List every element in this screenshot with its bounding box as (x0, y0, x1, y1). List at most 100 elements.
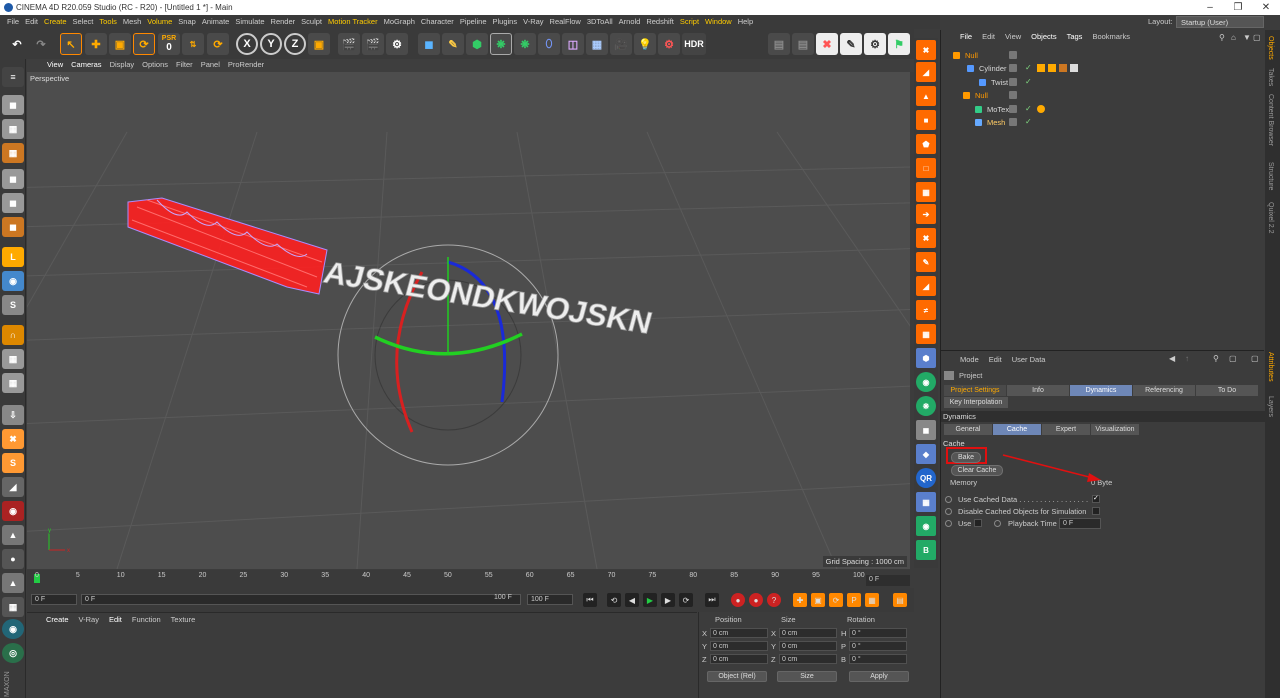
object-menu-view[interactable]: View (1000, 30, 1026, 44)
rotate-tool-icon[interactable]: ⟳ (133, 33, 155, 55)
object-menu-bookmarks[interactable]: Bookmarks (1087, 30, 1135, 44)
size-field[interactable]: 0 cm (779, 654, 837, 664)
motext-tag-icon[interactable] (1037, 104, 1045, 113)
grid-icon[interactable]: ▦ (2, 597, 24, 617)
plugin-icon[interactable]: ⚙ (864, 33, 886, 55)
sphere-icon[interactable]: ● (2, 549, 24, 569)
object-name[interactable]: Cylinder (979, 64, 1007, 73)
arrow-right-icon[interactable]: ➔ (916, 204, 936, 224)
square-outline-icon[interactable]: □ (916, 158, 936, 178)
side-tab-attributes[interactable]: Attributes (1267, 352, 1274, 382)
hexagon-icon[interactable]: ⬢ (916, 348, 936, 368)
tab-dynamics[interactable]: Dynamics (1070, 385, 1132, 396)
prev-key-icon[interactable]: ⟲ (607, 593, 621, 607)
magnet-icon[interactable]: ∩ (2, 325, 24, 345)
side-tab-structure[interactable]: Structure (1267, 162, 1274, 190)
pen-icon[interactable]: ✎ (442, 33, 464, 55)
lock-workplane-icon[interactable]: ▦ (2, 349, 24, 369)
go-to-start-icon[interactable]: ⏮ (583, 593, 597, 607)
filter-icon[interactable]: ▼ (1243, 33, 1251, 42)
disable-cached-radio[interactable] (945, 508, 952, 515)
key-move-icon[interactable]: ✚ (793, 593, 807, 607)
max-frame-field[interactable]: 100 F (527, 594, 573, 605)
scale-tool-icon[interactable]: ▣ (109, 33, 131, 55)
diamond-icon[interactable]: ◆ (916, 444, 936, 464)
up-arrow-icon[interactable]: ↑ (1185, 354, 1189, 363)
hdr-button[interactable]: HDR (682, 33, 706, 55)
key-param-icon[interactable]: P (847, 593, 861, 607)
menu-edit[interactable]: Edit (22, 15, 41, 29)
timeline-window-icon[interactable]: ▤ (893, 593, 907, 607)
layer-checkbox[interactable] (1009, 77, 1017, 86)
menu-plugins[interactable]: Plugins (490, 15, 521, 29)
keyframe-help-icon[interactable]: ? (767, 593, 781, 607)
menu-volume[interactable]: Volume (144, 15, 175, 29)
rotation-field[interactable]: 0 ° (849, 654, 907, 664)
redo-icon[interactable]: ↷ (30, 33, 52, 55)
planar-icon[interactable]: ▦ (2, 373, 24, 393)
object-menu-edit[interactable]: Edit (977, 30, 1000, 44)
side-tab-takes[interactable]: Takes (1267, 68, 1274, 86)
layer-checkbox[interactable] (1009, 64, 1017, 73)
download-icon[interactable]: ⇩ (2, 405, 24, 425)
workplane-icon[interactable]: ▤ (768, 33, 790, 55)
menu-motion-tracker[interactable]: Motion Tracker (325, 15, 381, 29)
use-checkbox[interactable] (974, 519, 982, 527)
coords-toggle-icon[interactable]: ⇅ (182, 33, 204, 55)
attr-search-icon[interactable]: ⚲ (1213, 354, 1219, 363)
menu-character[interactable]: Character (418, 15, 457, 29)
position-field[interactable]: 0 cm (710, 641, 768, 651)
arrow-x-icon[interactable]: ✖ (916, 228, 936, 248)
b-icon[interactable]: B (916, 540, 936, 560)
sculpt-icon[interactable]: ◢ (2, 477, 24, 497)
tab-expert[interactable]: Expert (1042, 424, 1090, 435)
menu-3dtoall[interactable]: 3DToAll (584, 15, 616, 29)
object-row[interactable]: Null (941, 89, 1265, 102)
script-icon[interactable]: ✖ (816, 33, 838, 55)
menu-pipeline[interactable]: Pipeline (457, 15, 490, 29)
drag-handle-icon[interactable]: ≡ (2, 67, 24, 87)
object-name[interactable]: Null (965, 51, 978, 60)
python-icon[interactable]: ✎ (840, 33, 862, 55)
green-ball-icon[interactable]: ❋ (916, 396, 936, 416)
object-name[interactable]: MoText (987, 105, 1011, 114)
size-mode-select[interactable]: Size (777, 671, 837, 682)
material-menu-texture[interactable]: Texture (166, 613, 201, 627)
next-key-icon[interactable]: ⟳ (679, 593, 693, 607)
subdivision-icon[interactable]: ⬢ (466, 33, 488, 55)
object-tag-icon[interactable] (1037, 64, 1045, 73)
menu-tools[interactable]: Tools (96, 15, 120, 29)
move-tool-icon[interactable]: ✚ (85, 33, 107, 55)
object-row[interactable]: Twist ✓ (941, 76, 1265, 89)
attribute-menu-edit[interactable]: Edit (984, 353, 1007, 367)
menu-realflow[interactable]: RealFlow (547, 15, 584, 29)
viewport-menu-view[interactable]: View (43, 59, 67, 72)
viewport-menu-options[interactable]: Options (138, 59, 172, 72)
menu-redshift[interactable]: Redshift (643, 15, 677, 29)
back-arrow-icon[interactable]: ◀ (1169, 354, 1175, 363)
use-cached-data-checkbox[interactable]: ✓ (1092, 495, 1100, 503)
viewport-menu-display[interactable]: Display (106, 59, 139, 72)
corner-icon[interactable]: ◢ (916, 276, 936, 296)
enabled-check-icon[interactable]: ✓ (1025, 104, 1032, 113)
size-field[interactable]: 0 cm (779, 641, 837, 651)
key-pla-icon[interactable]: ▦ (865, 593, 879, 607)
rotation-field[interactable]: 0 ° (849, 628, 907, 638)
viewport-menu-cameras[interactable]: Cameras (67, 59, 105, 72)
lock-icon[interactable]: ▢ (1229, 354, 1237, 363)
material-menu-edit[interactable]: Edit (104, 613, 127, 627)
green-sphere-icon[interactable]: ◉ (916, 372, 936, 392)
side-tab-objects[interactable]: Objects (1267, 36, 1274, 60)
enabled-check-icon[interactable]: ✓ (1025, 117, 1032, 126)
z-axis-lock-button[interactable]: Z (284, 33, 306, 55)
cloth-icon[interactable]: ▦ (916, 492, 936, 512)
field-icon[interactable]: ◫ (562, 33, 584, 55)
x-axis-lock-button[interactable]: X (236, 33, 258, 55)
clear-cache-button[interactable]: Clear Cache (951, 465, 1003, 476)
playback-time-field[interactable]: 0 F (1059, 518, 1101, 529)
object-row[interactable]: Null (941, 49, 1265, 62)
material-menu-function[interactable]: Function (127, 613, 166, 627)
attribute-menu-mode[interactable]: Mode (955, 353, 984, 367)
tab-key-interpolation[interactable]: Key Interpolation (944, 397, 1008, 408)
brush-icon[interactable]: ✎ (916, 252, 936, 272)
